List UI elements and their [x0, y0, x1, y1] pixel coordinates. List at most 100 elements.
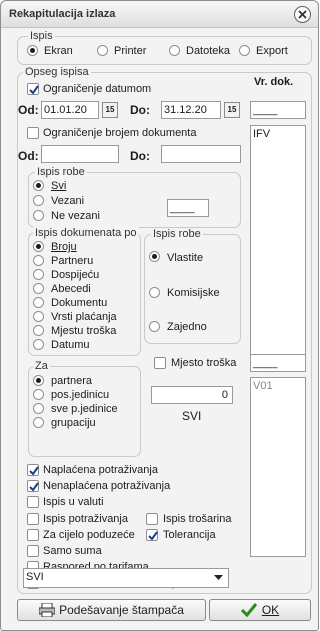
- radio-pos-jedinicu[interactable]: [33, 389, 44, 400]
- vr-dok-list[interactable]: IFV: [250, 125, 306, 361]
- printer-icon: [38, 602, 56, 618]
- list-item[interactable]: V01: [253, 380, 303, 392]
- za-cijelo-poduzece-checkbox[interactable]: [27, 529, 39, 541]
- vr-dok-input[interactable]: ____: [250, 101, 306, 119]
- radio-vezani-label: Vezani: [51, 195, 85, 207]
- mjesto-troska-input[interactable]: ____: [250, 354, 306, 372]
- radio-dospijecu[interactable]: [33, 269, 44, 280]
- za-cijelo-poduzece-label: Za cijelo poduzeće: [43, 529, 135, 541]
- dialog-window: Rekapitulacija izlaza Ispis Ekran Printe…: [0, 0, 319, 631]
- opseg-ispisa-label: Opseg ispisa: [23, 66, 91, 78]
- samo-suma-checkbox[interactable]: [27, 545, 39, 557]
- podesavanje-stampaca-button[interactable]: Podešavanje štampača: [17, 599, 206, 621]
- check-icon: [29, 466, 39, 476]
- za-number-input[interactable]: 0: [151, 386, 233, 404]
- vr-dok-label: Vr. dok.: [254, 76, 294, 88]
- ispis-potrazivanja-label: Ispis potraživanja: [43, 513, 128, 525]
- ispis-robe-label: Ispis robe: [35, 166, 87, 178]
- do-date-input[interactable]: 31.12.20: [161, 101, 221, 119]
- naplacena-checkbox[interactable]: [27, 464, 39, 476]
- close-button[interactable]: [294, 6, 311, 23]
- od-date-input[interactable]: 01.01.20: [41, 101, 99, 119]
- radio-broju[interactable]: [33, 241, 44, 252]
- radio-ekran-label: Ekran: [44, 45, 73, 57]
- mjesto-troska-list[interactable]: V01: [250, 377, 306, 557]
- nenaplacena-label: Nenaplaćena potraživanja: [43, 480, 171, 492]
- ispis-trosarina-checkbox[interactable]: [146, 513, 158, 525]
- radio-sve-p-jedinice[interactable]: [33, 403, 44, 414]
- radio-svi-label: Svi: [51, 180, 67, 192]
- ogranicenje-brojem-checkbox[interactable]: [27, 127, 39, 139]
- radio-komisijske[interactable]: [149, 287, 160, 298]
- radio-printer[interactable]: [97, 45, 108, 56]
- tolerancija-checkbox[interactable]: [146, 529, 158, 541]
- do-broj-label: Do:: [130, 149, 150, 163]
- ispis-u-valuti-checkbox[interactable]: [27, 496, 39, 508]
- radio-abecedi-label: Abecedi: [51, 283, 91, 295]
- check-icon: [29, 482, 39, 492]
- ok-button[interactable]: OK: [209, 599, 311, 621]
- od-label: Od:: [18, 103, 39, 117]
- radio-printer-label: Printer: [114, 45, 147, 57]
- radio-vlastite[interactable]: [149, 251, 160, 262]
- calendar-icon[interactable]: 15: [102, 102, 118, 118]
- radio-svi[interactable]: [33, 180, 44, 191]
- radio-grupaciju-label: grupaciju: [51, 417, 96, 429]
- radio-vrsti-placanja[interactable]: [33, 311, 44, 322]
- window-title: Rekapitulacija izlaza: [9, 8, 116, 20]
- od-broj-label: Od:: [18, 149, 39, 163]
- dropdown-value: SVI: [26, 571, 44, 583]
- od-broj-input[interactable]: [41, 145, 119, 163]
- radio-ne-vezani-label: Ne vezani: [51, 210, 100, 222]
- radio-vezani[interactable]: [33, 195, 44, 206]
- ispis-potrazivanja-checkbox[interactable]: [27, 513, 39, 525]
- svi-dropdown[interactable]: SVI: [23, 568, 229, 588]
- checkmark-icon: [240, 603, 257, 618]
- radio-datumu[interactable]: [33, 339, 44, 350]
- radio-zajedno[interactable]: [149, 321, 160, 332]
- ispis-robe-vrsta-label: Ispis robe: [151, 228, 203, 240]
- radio-grupaciju[interactable]: [33, 417, 44, 428]
- radio-dokumentu-label: Dokumentu: [51, 297, 108, 309]
- samo-suma-label: Samo suma: [43, 545, 102, 557]
- radio-export-label: Export: [256, 45, 288, 57]
- radio-pos-jedinicu-label: pos.jedinicu: [51, 389, 110, 401]
- mjesto-troska-label: Mjesto troška: [171, 357, 237, 369]
- mjesto-troska-checkbox[interactable]: [154, 357, 166, 369]
- radio-mjestu-troska-label: Mjestu troška: [51, 325, 117, 337]
- radio-sve-p-jedinice-label: sve p.jedinice: [51, 403, 118, 415]
- ispis-robe-input[interactable]: ____: [167, 199, 209, 217]
- radio-mjestu-troska[interactable]: [33, 325, 44, 336]
- ispis-group-label: Ispis: [28, 30, 55, 42]
- svi-label: SVI: [182, 409, 202, 423]
- radio-datumu-label: Datumu: [51, 339, 90, 351]
- nenaplacena-checkbox[interactable]: [27, 480, 39, 492]
- radio-komisijske-label: Komisijske: [167, 287, 220, 299]
- radio-ekran[interactable]: [27, 45, 38, 56]
- radio-datoteka[interactable]: [169, 45, 180, 56]
- radio-partneru-label: Partneru: [51, 255, 94, 267]
- radio-broju-label: Broju: [51, 241, 77, 253]
- calendar-icon[interactable]: 15: [224, 102, 240, 118]
- naplacena-label: Naplaćena potraživanja: [43, 464, 158, 476]
- ispis-dokumenata-label: Ispis dokumenata po: [33, 227, 139, 239]
- do-broj-input[interactable]: [161, 145, 241, 163]
- ok-label: OK: [261, 603, 280, 617]
- tolerancija-label: Tolerancija: [163, 529, 216, 541]
- radio-export[interactable]: [239, 45, 250, 56]
- radio-partneru[interactable]: [33, 255, 44, 266]
- za-group-label: Za: [33, 360, 50, 372]
- ogranicenje-datumom-label: Ograničenje datumom: [43, 83, 152, 95]
- check-icon: [148, 531, 158, 541]
- radio-abecedi[interactable]: [33, 283, 44, 294]
- list-item[interactable]: IFV: [253, 128, 303, 140]
- radio-partnera[interactable]: [33, 375, 44, 386]
- radio-vlastite-label: Vlastite: [167, 252, 204, 264]
- check-icon: [29, 85, 39, 95]
- ogranicenje-datumom-checkbox[interactable]: [27, 83, 39, 95]
- radio-ne-vezani[interactable]: [33, 210, 44, 221]
- radio-vrsti-placanja-label: Vrsti plaćanja: [51, 311, 117, 323]
- radio-dokumentu[interactable]: [33, 297, 44, 308]
- ispis-trosarina-label: Ispis trošarina: [163, 513, 232, 525]
- do-label: Do:: [130, 103, 150, 117]
